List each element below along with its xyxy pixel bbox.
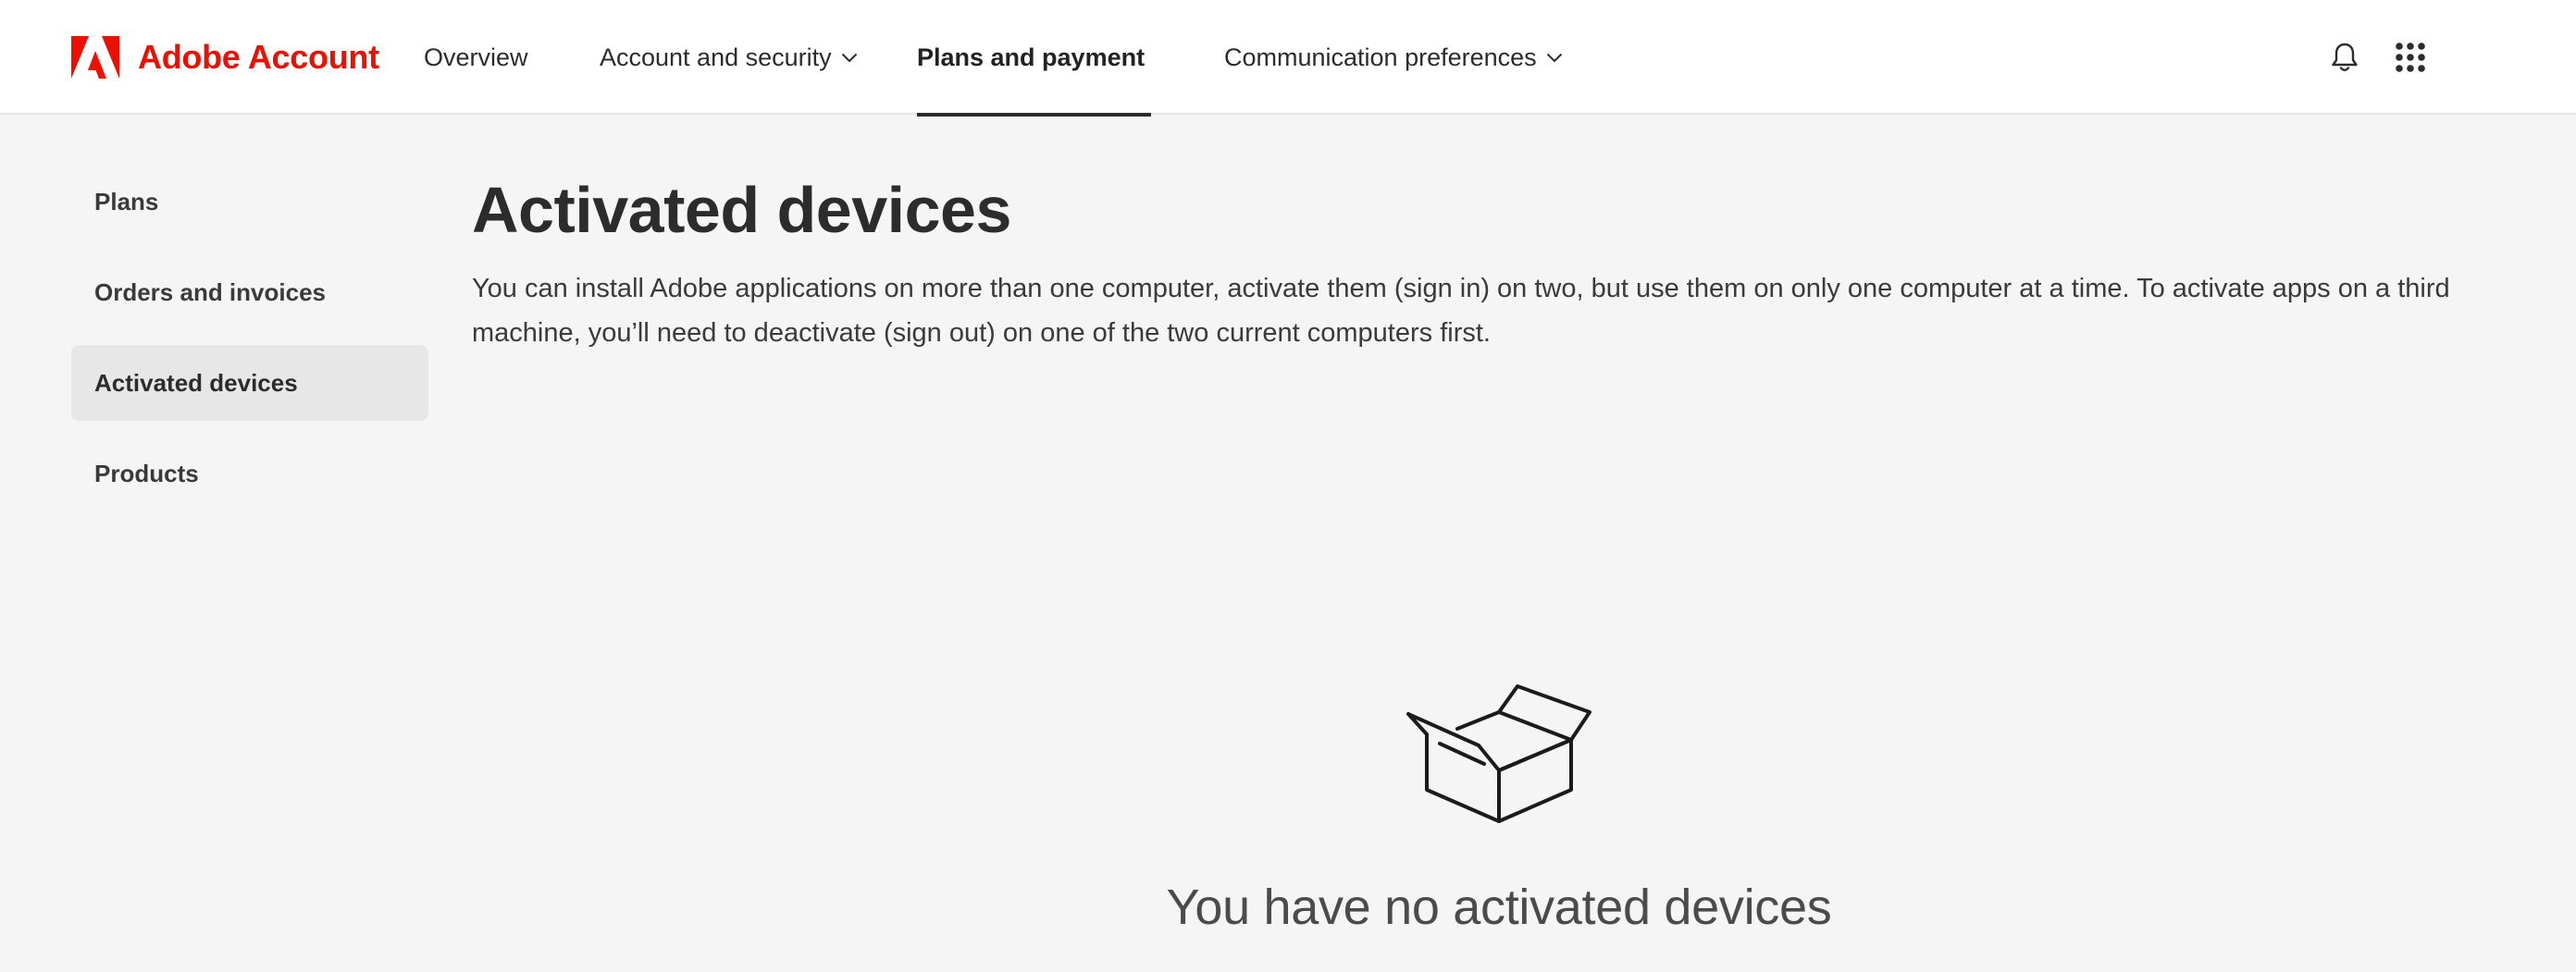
page-title: Activated devices — [472, 174, 1011, 246]
sidebar-item-activated-devices[interactable]: Activated devices — [71, 345, 428, 421]
top-navigation: Adobe Account Overview Account and secur… — [0, 0, 2576, 117]
nav-communication-preferences-label: Communication preferences — [1224, 43, 1537, 71]
adobe-logo-icon — [71, 36, 119, 79]
sidebar-item-label: Activated devices — [94, 368, 298, 397]
app-grid-icon — [2396, 43, 2425, 72]
sidebar-item-label: Plans — [94, 187, 159, 215]
sidebar-item-products[interactable]: Products — [71, 436, 428, 511]
main-content: Activated devices You can install Adobe … — [472, 166, 2508, 935]
nav-overview[interactable]: Overview — [424, 0, 528, 115]
nav-communication-preferences[interactable]: Communication preferences — [1224, 0, 1563, 115]
brand-name: Adobe Account — [138, 38, 379, 76]
empty-state: You have no activated devices — [1036, 684, 1962, 936]
nav-overview-label: Overview — [424, 43, 528, 71]
nav-plans-and-payment[interactable]: Plans and payment — [917, 0, 1151, 117]
app-switcher-button[interactable] — [2389, 36, 2432, 79]
chevron-down-icon — [1546, 53, 1562, 62]
chevron-down-icon — [841, 53, 857, 62]
nav-account-and-security-label: Account and security — [600, 43, 832, 71]
brand[interactable]: Adobe Account — [71, 35, 379, 80]
nav-plans-and-payment-label: Plans and payment — [917, 43, 1146, 71]
open-box-icon — [1406, 684, 1591, 823]
sidebar-item-label: Products — [94, 459, 199, 487]
page-description: You can install Adobe applications on mo… — [472, 274, 2450, 348]
empty-state-message: You have no activated devices — [1166, 880, 1832, 935]
sidebar-item-plans[interactable]: Plans — [71, 164, 428, 240]
nav-account-and-security[interactable]: Account and security — [600, 0, 858, 115]
sidebar-item-label: Orders and invoices — [94, 277, 326, 306]
sidebar-item-orders-and-invoices[interactable]: Orders and invoices — [71, 254, 428, 330]
notifications-button[interactable] — [2323, 36, 2366, 79]
sidebar: Plans Orders and invoices Activated devi… — [71, 164, 428, 526]
bell-icon — [2332, 43, 2358, 71]
